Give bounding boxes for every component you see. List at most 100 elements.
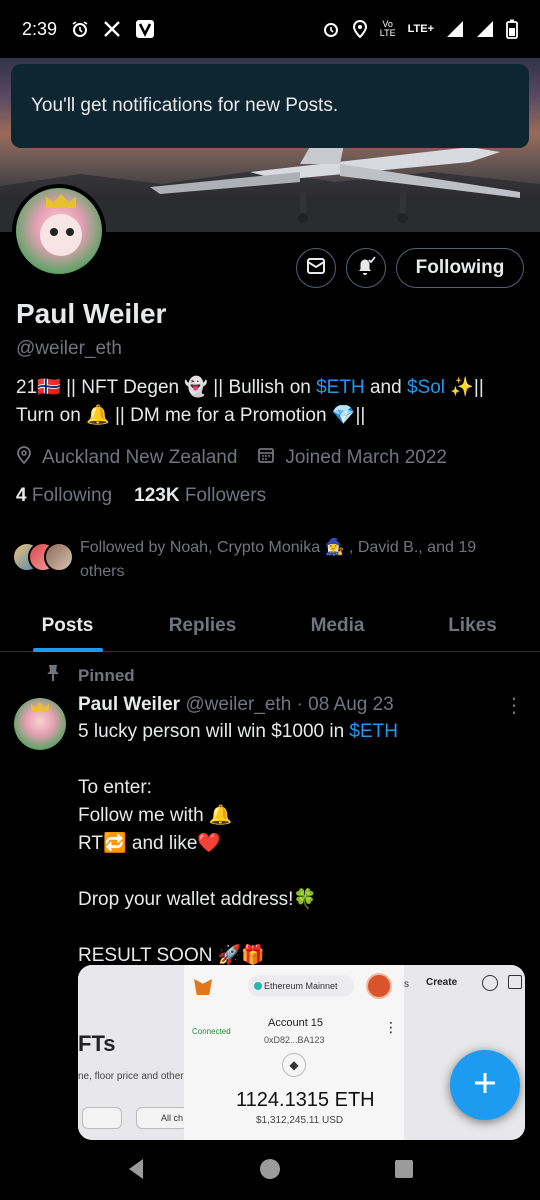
alarm-icon xyxy=(322,20,340,38)
post-line: 5 lucky person will win $1000 in $ETH xyxy=(78,718,518,746)
media-pill xyxy=(82,1107,122,1129)
volte-icon: Vo LTE xyxy=(379,19,396,38)
profile-meta: Auckland New Zealand Joined March 2022 xyxy=(16,445,459,471)
media-text: s xyxy=(404,979,409,990)
avatar-crown xyxy=(31,702,49,711)
profile-handle: @weiler_eth xyxy=(16,338,122,359)
post-spacer xyxy=(78,914,518,942)
avatar-eye xyxy=(50,228,58,236)
alarm-icon xyxy=(71,20,89,38)
cart-icon xyxy=(508,975,522,989)
plus-icon xyxy=(472,1070,498,1101)
followed-by-avatars xyxy=(12,542,74,574)
back-icon[interactable] xyxy=(125,1157,147,1186)
profile-name: Paul Weiler xyxy=(16,298,167,329)
location-item: Auckland New Zealand xyxy=(16,445,237,471)
x-app-icon xyxy=(103,20,121,38)
post-line: Follow me with 🔔 xyxy=(78,805,233,826)
media-left-page: FTs ne, floor price and other s All ch xyxy=(78,965,192,1140)
pin-icon xyxy=(46,664,60,687)
recents-icon[interactable] xyxy=(393,1158,415,1185)
location-text: Auckland New Zealand xyxy=(42,447,238,468)
user-icon xyxy=(482,975,498,991)
joined-item: Joined March 2022 xyxy=(257,446,447,470)
post-more-button[interactable]: ⋮ xyxy=(504,696,524,716)
cashtag-sol-link[interactable]: $Sol xyxy=(407,377,445,398)
followed-by[interactable]: Followed by Noah, Crypto Monika 🧙‍♀️ , D… xyxy=(12,536,520,584)
media-pill: All ch xyxy=(136,1107,188,1129)
tab-replies[interactable]: Replies xyxy=(135,600,270,651)
account-name: Account 15 xyxy=(268,1017,324,1029)
eth-balance: 1124.1315 ETH xyxy=(236,1089,375,1111)
tab-media[interactable]: Media xyxy=(270,600,405,651)
message-button[interactable] xyxy=(296,248,336,288)
joined-text: Joined March 2022 xyxy=(285,447,447,468)
avatar-eye xyxy=(66,228,74,236)
network-selector: Ethereum Mainnet xyxy=(248,975,354,997)
post-spacer xyxy=(78,858,518,886)
following-count: 4 xyxy=(16,485,27,506)
media-subtext: ne, floor price and other s xyxy=(78,1071,192,1082)
account-address: 0xD82...BA123 xyxy=(264,1035,325,1045)
following-button[interactable]: Following xyxy=(396,248,524,288)
profile-avatar[interactable] xyxy=(12,184,106,278)
followers-count: 123K xyxy=(134,485,180,506)
battery-icon xyxy=(506,19,518,39)
bell-check-icon xyxy=(355,255,377,282)
post-author-avatar[interactable] xyxy=(14,698,66,750)
account-icon xyxy=(366,973,392,999)
system-nav-bar xyxy=(0,1142,540,1200)
pinned-indicator: Pinned xyxy=(46,664,135,687)
media-heading: FTs xyxy=(78,1031,116,1056)
tab-posts[interactable]: Posts xyxy=(0,600,135,651)
metamask-popup: Ethereum Mainnet Connected Account 15 0x… xyxy=(184,965,404,1140)
followers-label: Followers xyxy=(184,485,267,506)
toast-message: You'll get notifications for new Posts. xyxy=(31,95,339,116)
bio-text: 21🇳🇴 || NFT Degen 👻 || Bullish on xyxy=(16,377,317,398)
post-media-image[interactable]: FTs ne, floor price and other s All ch E… xyxy=(78,965,525,1140)
profile-tabs: Posts Replies Media Likes xyxy=(0,600,540,652)
cashtag-eth-link[interactable]: $ETH xyxy=(349,721,398,742)
signal-icon xyxy=(446,20,464,38)
media-create-label: Create xyxy=(426,977,458,988)
v-app-icon xyxy=(135,19,155,39)
calendar-icon xyxy=(257,446,275,470)
status-bar: 2:39 Vo LTE LTE+ xyxy=(0,0,540,58)
notifications-button[interactable] xyxy=(346,248,386,288)
post-handle-date: @weiler_eth · 08 Aug 23 xyxy=(185,694,394,715)
status-time: 2:39 xyxy=(22,18,58,39)
post-spacer xyxy=(78,746,518,774)
usd-balance: $1,312,245.11 USD xyxy=(256,1115,344,1126)
home-icon[interactable] xyxy=(258,1157,282,1186)
post-line: RT🔁 and like❤️ xyxy=(78,833,222,854)
metamask-fox-icon xyxy=(194,979,212,995)
mail-icon xyxy=(306,257,326,280)
bio-text: and xyxy=(364,377,407,398)
tab-likes[interactable]: Likes xyxy=(405,600,540,651)
post-author-name[interactable]: Paul Weiler xyxy=(78,694,180,715)
following-stat[interactable]: 4 Following xyxy=(16,485,112,507)
lte-plus-icon: LTE+ xyxy=(407,23,434,35)
pinned-label: Pinned xyxy=(78,665,135,685)
avatar-crown xyxy=(46,194,76,208)
post-header: Paul Weiler @weiler_eth · 08 Aug 23 xyxy=(78,694,394,716)
signal-icon xyxy=(476,20,494,38)
cashtag-eth-link[interactable]: $ETH xyxy=(316,377,365,398)
location-icon xyxy=(352,20,368,38)
post-line: To enter: xyxy=(78,777,152,798)
eth-icon: ◆ xyxy=(282,1053,306,1077)
compose-post-button[interactable] xyxy=(450,1050,520,1120)
notification-toast: You'll get notifications for new Posts. xyxy=(11,64,529,148)
followers-stat[interactable]: 123K Followers xyxy=(134,485,266,507)
avatar-face xyxy=(40,214,82,256)
post-line: Drop your wallet address!🍀 xyxy=(78,889,318,910)
profile-stats: 4 Following 123K Followers xyxy=(16,485,266,507)
avatar xyxy=(44,542,74,572)
connected-status: Connected xyxy=(192,1027,231,1036)
post-body[interactable]: 5 lucky person will win $1000 in $ETH To… xyxy=(78,718,518,970)
kebab-icon: ⋮ xyxy=(384,1019,398,1035)
following-label: Following xyxy=(31,485,113,506)
followed-by-text: Followed by Noah, Crypto Monika 🧙‍♀️ , D… xyxy=(80,539,477,580)
location-icon xyxy=(16,445,32,471)
post-text: 5 lucky person will win $1000 in xyxy=(78,721,350,742)
